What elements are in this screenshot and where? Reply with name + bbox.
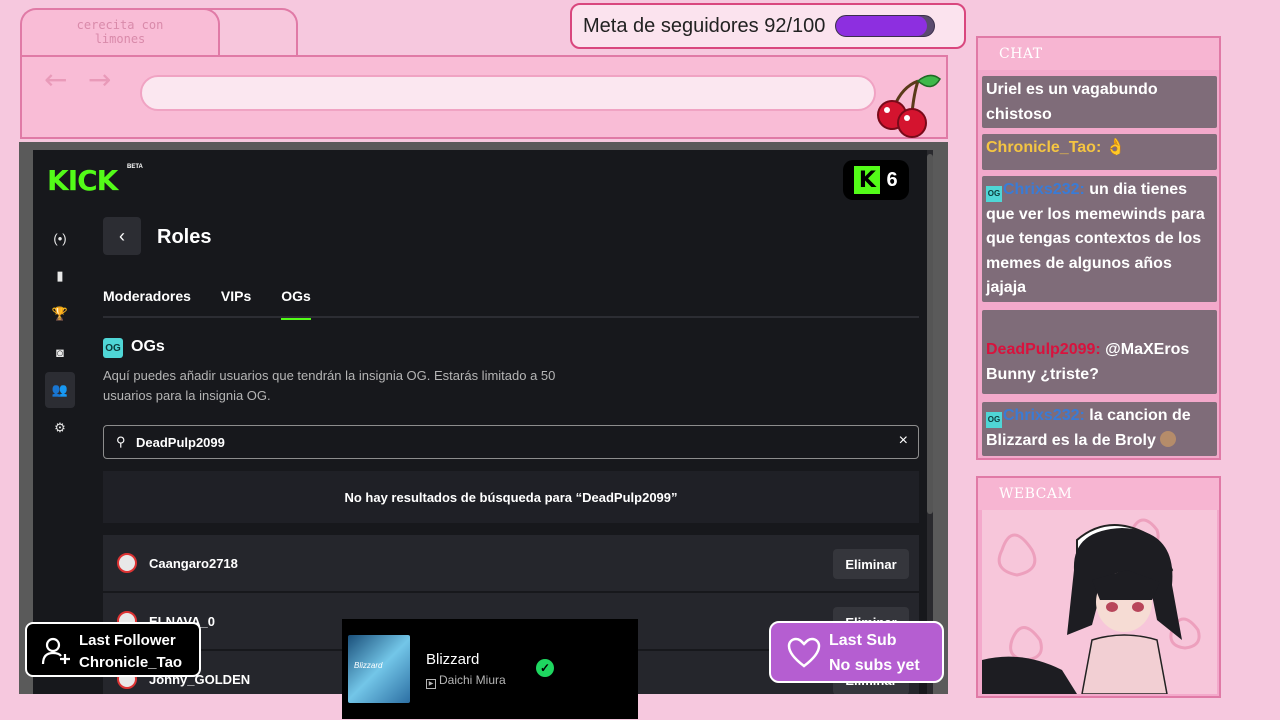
kick-header: KICK BETA K 6 <box>33 150 933 208</box>
last-sub-widget: Last Sub No subs yet <box>769 621 944 683</box>
goal-progress-bar <box>835 15 936 37</box>
roles-tabs: Moderadores VIPs OGs <box>103 288 919 320</box>
webcam-title: WEBCAM <box>978 478 1219 510</box>
user-add-icon <box>41 637 70 665</box>
trophy-icon[interactable]: 🏆 <box>45 296 75 332</box>
kick-dashboard: KICK BETA K 6 (•) ▮ 🏆 ◙ 👥 ⚙ ‹ Roles Mode… <box>33 150 933 694</box>
avatar <box>117 553 137 573</box>
chat-message: OG Chrixs232: un dia tienes que ver los m… <box>982 176 1217 302</box>
chat-message: Chronicle_Tao: 👌 <box>982 134 1217 170</box>
table-row: Caangaro2718 Eliminar <box>103 535 919 591</box>
chat-user: Chrixs232: <box>1003 181 1085 198</box>
follower-goal: Meta de seguidores 92/100 <box>570 3 966 49</box>
no-results-message: No hay resultados de búsqueda para “Dead… <box>103 471 919 523</box>
viewer-count: 6 <box>886 168 898 191</box>
chat-message: OG Chrixs232: la cancion de Blizzard es l… <box>982 402 1217 456</box>
tab-ogs[interactable]: OGs <box>281 288 311 320</box>
remove-button[interactable]: Eliminar <box>833 549 909 579</box>
browser-tab-title: cerecita con limones <box>76 18 164 46</box>
check-icon: ✓ <box>536 659 554 677</box>
chat-title: CHAT <box>978 38 1219 70</box>
last-follower-widget: Last Follower Chronicle_Tao <box>25 622 201 677</box>
gear-icon[interactable]: ⚙ <box>45 410 75 446</box>
now-playing-widget: Blizzard Blizzard ▶ Daichi Miura ✓ <box>342 619 638 719</box>
chat-text: 👌 <box>1105 139 1126 156</box>
song-title: Blizzard <box>426 651 480 668</box>
beta-label: BETA <box>127 164 143 170</box>
goal-progress-fill <box>836 16 927 36</box>
tab-moderadores[interactable]: Moderadores <box>103 288 191 318</box>
chat-panel: CHAT Uriel es un vagabundo chistoso Chro… <box>976 36 1221 460</box>
artist-name: ▶ Daichi Miura <box>426 673 506 689</box>
scrollbar-thumb[interactable] <box>927 154 933 514</box>
stream-content: KICK BETA K 6 (•) ▮ 🏆 ◙ 👥 ⚙ ‹ Roles Mode… <box>19 142 948 694</box>
kick-logo[interactable]: KICK <box>47 164 118 197</box>
chat-message: Uriel es un vagabundo chistoso <box>982 76 1217 128</box>
album-art: Blizzard <box>348 635 410 703</box>
emote-icon <box>1159 430 1176 447</box>
og-badge-icon: OG <box>986 186 1002 202</box>
album-art-text: Blizzard <box>354 661 383 670</box>
chat-message: DeadPulp2099: @MaXEros Bunny ¿triste? <box>982 310 1217 394</box>
cherry-icon <box>877 74 941 138</box>
clear-search-icon[interactable]: × <box>899 432 908 450</box>
chat-user: DeadPulp2099: <box>986 341 1101 358</box>
sub-label: Last Sub <box>829 632 897 649</box>
sub-value: No subs yet <box>829 657 920 674</box>
play-icon: ▶ <box>426 679 436 689</box>
broadcast-icon[interactable]: (•) <box>45 220 75 256</box>
kick-k-icon: K <box>854 166 881 194</box>
chat-user: Chrixs232: <box>1003 407 1085 424</box>
users-icon[interactable]: 👥 <box>45 372 75 408</box>
chevron-left-icon: ‹ <box>119 225 125 246</box>
username: Caangaro2718 <box>149 556 238 571</box>
tab-vips[interactable]: VIPs <box>221 288 251 318</box>
section-description: Aquí puedes añadir usuarios que tendrán … <box>103 368 556 403</box>
chat-user: Chronicle_Tao: <box>986 139 1102 156</box>
section-title: OGs <box>131 338 165 355</box>
camera-icon[interactable]: ◙ <box>45 334 75 370</box>
heart-icon <box>787 637 821 668</box>
viewer-badge: K 6 <box>843 160 909 200</box>
address-bar[interactable] <box>140 75 876 111</box>
follower-label: Last Follower <box>79 632 176 649</box>
search-value: DeadPulp2099 <box>136 435 225 450</box>
webcam-feed <box>982 510 1217 694</box>
chart-icon[interactable]: ▮ <box>45 258 75 294</box>
page-title: Roles <box>157 226 212 248</box>
search-input[interactable]: ⚲ DeadPulp2099 × <box>103 425 919 459</box>
artist-label: Daichi Miura <box>439 673 506 687</box>
back-arrow-icon[interactable]: ← <box>44 63 67 96</box>
browser-tab[interactable]: cerecita con limones <box>20 8 220 58</box>
scrollbar[interactable] <box>927 150 933 694</box>
og-badge-icon: OG <box>986 412 1002 428</box>
og-badge-icon: OG <box>103 338 123 358</box>
webcam-panel: WEBCAM <box>976 476 1221 698</box>
back-button[interactable]: ‹ <box>103 217 141 255</box>
chat-text: un dia tienes que ver los memewinds para… <box>986 181 1205 296</box>
goal-text: Meta de seguidores 92/100 <box>583 14 826 37</box>
browser-toolbar: ← → <box>20 55 948 139</box>
avatar-illustration <box>982 518 1201 694</box>
chat-text: Uriel es un vagabundo chistoso <box>986 81 1158 123</box>
follower-name: Chronicle_Tao <box>79 654 183 671</box>
search-icon: ⚲ <box>116 434 126 449</box>
forward-arrow-icon[interactable]: → <box>88 63 111 96</box>
kick-sidebar: (•) ▮ 🏆 ◙ 👥 ⚙ <box>45 220 75 448</box>
